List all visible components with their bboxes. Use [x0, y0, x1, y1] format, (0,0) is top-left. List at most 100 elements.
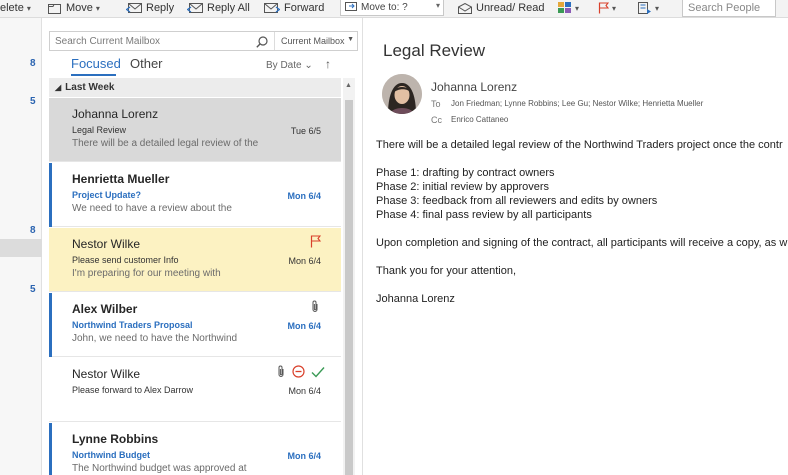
move-folder-icon	[345, 1, 357, 14]
message-subject: Northwind Budget	[72, 450, 150, 460]
message-item[interactable]: Henrietta Mueller Project Update? We nee…	[49, 163, 341, 227]
chevron-down-icon[interactable]: ▾	[436, 1, 440, 10]
unread-count-badge: 5	[30, 284, 36, 295]
chevron-down-icon: ▾	[655, 3, 660, 13]
message-preview: There will be a detailed legal review of…	[72, 138, 259, 149]
search-people-input[interactable]: Search People	[682, 0, 776, 17]
chevron-down-icon: ▾	[612, 3, 617, 13]
message-preview: John, we need to have the Northwind	[72, 333, 238, 344]
message-date: Mon 6/4	[288, 386, 321, 396]
follow-up-button[interactable]: ▾	[598, 0, 616, 16]
message-sender: Lynne Robbins	[72, 432, 159, 446]
email-body: There will be a detailed legal review of…	[376, 138, 788, 306]
message-date: Tue 6/5	[290, 126, 321, 136]
scrollbar-thumb[interactable]	[345, 100, 353, 475]
checkmark-icon[interactable]	[311, 365, 325, 383]
sender-avatar[interactable]	[382, 74, 422, 114]
message-subject: Legal Review	[72, 125, 127, 135]
message-sender: Alex Wilber	[72, 302, 138, 316]
ribbon-toolbar: elete ▾ Move ▾ Reply Reply All Forward M…	[0, 0, 788, 18]
message-list-scrollbar[interactable]: ▲	[343, 78, 355, 475]
unread-indicator-bar	[49, 163, 52, 227]
message-item[interactable]: Nestor Wilke Please send customer Info I…	[49, 228, 341, 292]
body-line: Phase 2: initial review by approvers	[376, 181, 550, 193]
sort-direction-icon[interactable]: ↑	[325, 57, 331, 71]
cc-label: Cc	[431, 115, 442, 125]
move-button[interactable]: Move ▾	[48, 0, 100, 16]
message-item[interactable]: Lynne Robbins Northwind Budget The North…	[49, 423, 341, 475]
message-date: Mon 6/4	[287, 321, 321, 331]
message-preview: I'm preparing for our meeting with	[72, 268, 221, 279]
collapse-triangle-icon[interactable]: ◢	[55, 83, 61, 92]
body-line: Johanna Lorenz	[376, 293, 455, 305]
categorize-icon	[558, 2, 572, 14]
message-sender: Nestor Wilke	[72, 367, 141, 381]
delete-button[interactable]: elete ▾	[0, 0, 31, 16]
email-subject-heading: Legal Review	[383, 41, 486, 60]
message-item[interactable]: Johanna Lorenz Legal Review There will b…	[49, 98, 341, 162]
message-date: Mon 6/4	[287, 451, 321, 461]
search-scope-dropdown[interactable]: Current Mailbox ▼	[274, 32, 358, 50]
scroll-up-arrow-icon[interactable]: ▲	[345, 82, 352, 89]
flag-icon	[598, 2, 609, 14]
message-date: Mon 6/4	[288, 256, 321, 266]
rules-button[interactable]: ▾	[638, 0, 659, 16]
search-icon[interactable]	[256, 35, 268, 53]
move-to-quickstep[interactable]: Move to: ? ▾	[340, 0, 444, 16]
message-subject: Please forward to Alex Darrow	[72, 385, 194, 395]
reply-all-icon	[187, 2, 203, 14]
forward-button[interactable]: Forward	[264, 0, 324, 16]
unread-count-badge: 5	[30, 96, 36, 107]
reply-all-button[interactable]: Reply All	[187, 0, 250, 16]
move-folder-icon	[48, 3, 62, 14]
chevron-down-icon: ⌄	[304, 60, 313, 71]
to-label: To	[431, 99, 441, 109]
message-preview	[72, 398, 75, 409]
unread-indicator-bar	[49, 293, 52, 357]
body-line: Phase 4: final pass review by all partic…	[376, 209, 592, 221]
flag-icon[interactable]	[310, 235, 322, 253]
message-subject: Please send customer Info	[72, 255, 179, 265]
message-date: Mon 6/4	[287, 191, 321, 201]
body-line: Upon completion and signing of the contr…	[376, 237, 788, 249]
reply-icon	[126, 2, 142, 14]
group-header-last-week[interactable]: ◢ Last Week	[49, 78, 341, 97]
envelope-open-icon	[458, 2, 472, 14]
message-item[interactable]: Nestor Wilke Please forward to Alex Darr…	[49, 358, 341, 422]
body-line: Phase 3: feedback from all reviewers and…	[376, 195, 658, 207]
message-list-pane: Search Current Mailbox Current Mailbox ▼…	[44, 18, 360, 475]
chevron-down-icon: ▾	[575, 3, 580, 13]
sort-by-date-dropdown[interactable]: By Date ⌄	[266, 60, 313, 71]
to-recipients[interactable]: Jon Friedman; Lynne Robbins; Lee Gu; Nes…	[451, 99, 703, 108]
chevron-down-icon: ▼	[347, 36, 354, 43]
message-item[interactable]: Alex Wilber Northwind Traders Proposal J…	[49, 293, 341, 357]
body-line	[376, 152, 788, 166]
folder-pane: 8 5 8 5	[0, 18, 42, 475]
search-mailbox-input[interactable]: Search Current Mailbox Current Mailbox ▼	[49, 31, 358, 51]
chevron-down-icon[interactable]: ▾	[27, 4, 31, 13]
body-line: Phase 1: drafting by contract owners	[376, 167, 555, 179]
cc-recipients[interactable]: Enrico Cattaneo	[451, 115, 508, 124]
reading-pane: Legal Review Johanna Lorenz To Jon Fried…	[362, 18, 788, 475]
tab-other[interactable]: Other	[130, 56, 163, 71]
unread-count-badge: 8	[30, 58, 36, 69]
message-sender: Nestor Wilke	[72, 237, 141, 251]
reply-button[interactable]: Reply	[126, 0, 174, 16]
unread-read-button[interactable]: Unread/ Read	[458, 0, 545, 16]
block-sender-icon[interactable]	[292, 365, 305, 383]
message-subject: Project Update?	[72, 190, 142, 200]
body-line	[376, 250, 788, 264]
categorize-button[interactable]: ▾	[558, 0, 579, 16]
paperclip-icon	[277, 365, 285, 383]
sender-name[interactable]: Johanna Lorenz	[431, 80, 517, 94]
body-line	[376, 222, 788, 236]
body-line: There will be a detailed legal review of…	[376, 139, 783, 151]
message-preview: We need to have a review about the	[72, 203, 232, 214]
chevron-down-icon: ▾	[95, 3, 100, 13]
unread-count-badge: 8	[30, 225, 36, 236]
tab-focused[interactable]: Focused	[71, 56, 121, 71]
selected-folder-highlight[interactable]	[0, 239, 42, 257]
paperclip-icon	[311, 300, 319, 318]
active-tab-underline	[71, 74, 116, 76]
message-preview: The Northwind budget was approved at	[72, 463, 247, 474]
